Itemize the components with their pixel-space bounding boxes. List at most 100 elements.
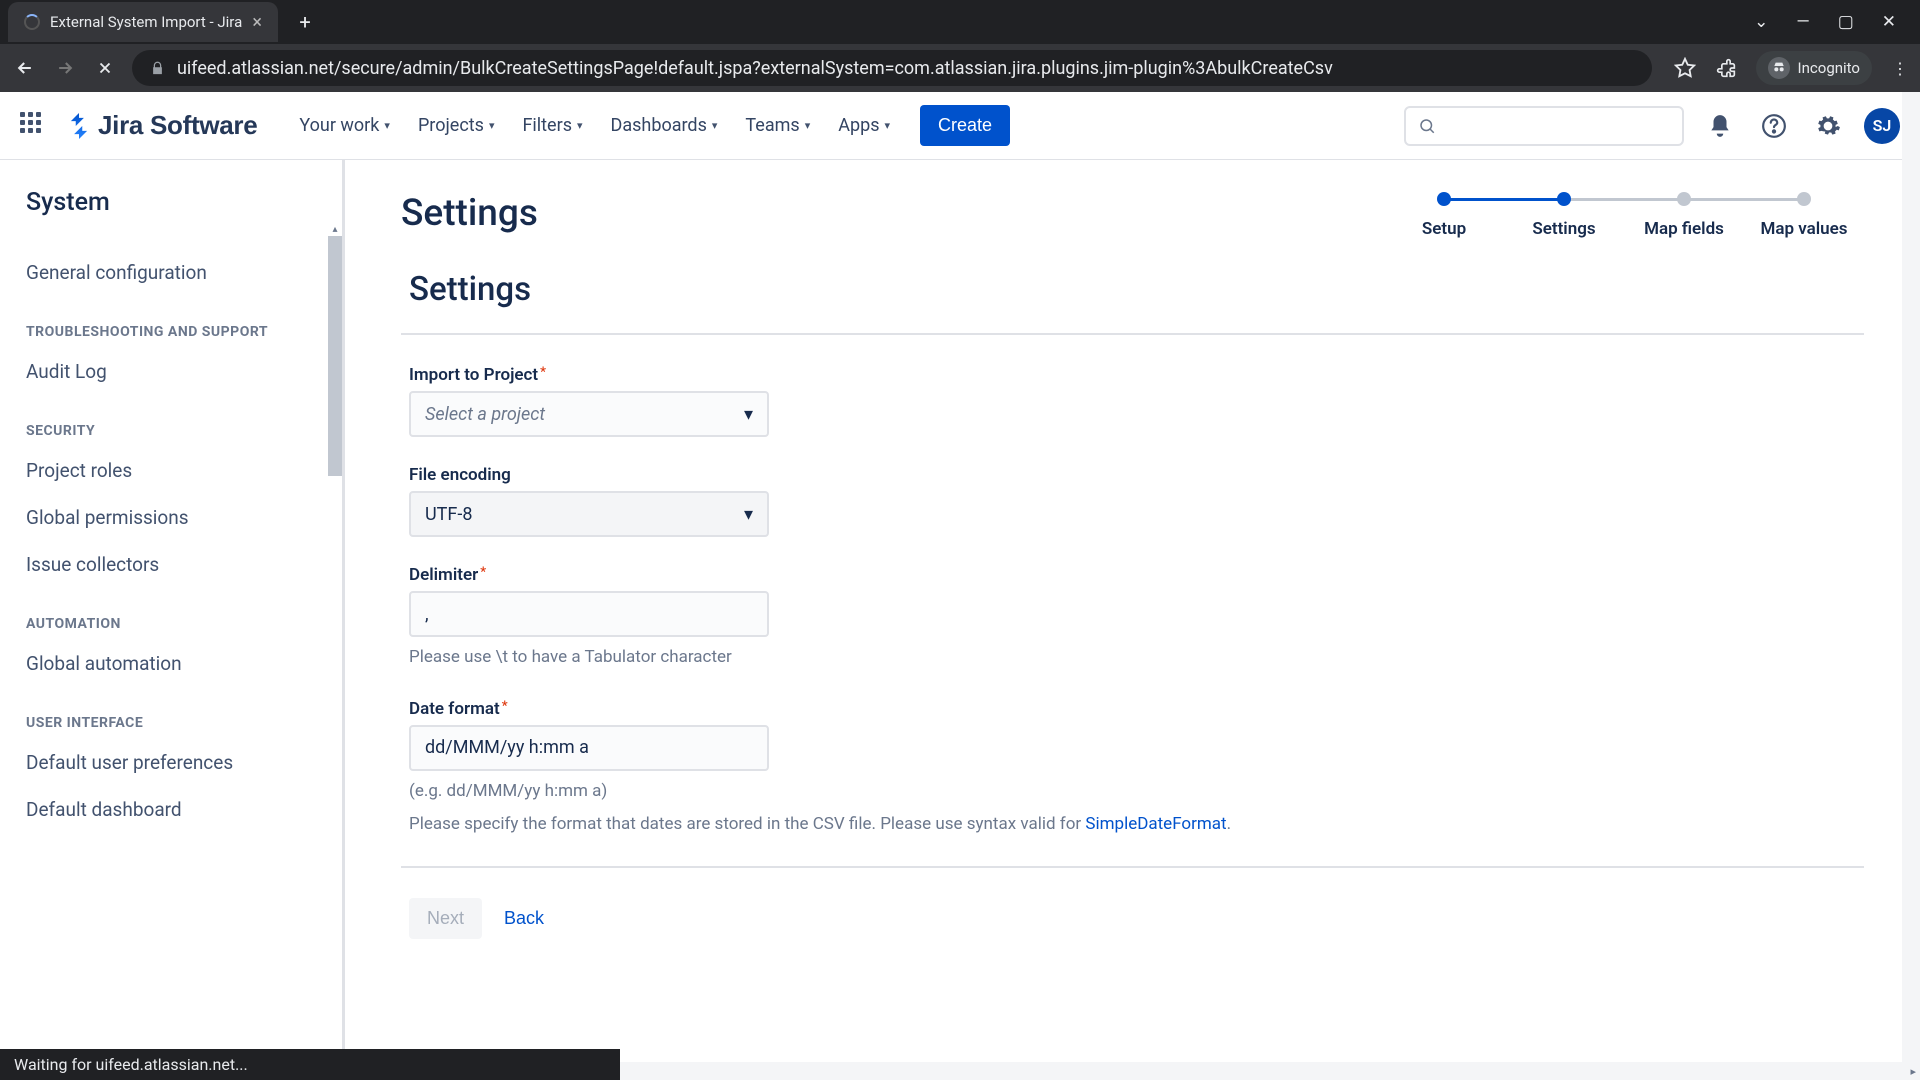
window-controls: ⌄ ― ▢ ✕ <box>1754 12 1920 32</box>
step-connector <box>1564 198 1684 201</box>
browser-tab[interactable]: External System Import - Jira × <box>8 2 278 42</box>
back-button[interactable]: Back <box>504 898 544 939</box>
search-input[interactable] <box>1404 106 1684 146</box>
sidebar-item-issue-collectors[interactable]: Issue collectors <box>26 541 342 588</box>
addr-actions: Incognito ⋮ <box>1674 51 1908 85</box>
main-content: Settings Setup Settings Map fields <box>345 160 1920 1080</box>
sidebar-heading-troubleshooting: TROUBLESHOOTING AND SUPPORT <box>26 296 342 348</box>
main-header: Settings Setup Settings Map fields <box>401 192 1864 240</box>
sidebar-heading-security: SECURITY <box>26 395 342 447</box>
required-icon: * <box>502 699 508 714</box>
input-delimiter[interactable]: , <box>409 591 769 637</box>
nav-projects[interactable]: Projects▾ <box>408 107 505 144</box>
nav-filters[interactable]: Filters▾ <box>512 107 592 144</box>
browser-chrome: External System Import - Jira × + ⌄ ― ▢ … <box>0 0 1920 92</box>
nav-teams[interactable]: Teams▾ <box>735 107 820 144</box>
sidebar-item-default-user-prefs[interactable]: Default user preferences <box>26 739 342 786</box>
create-button[interactable]: Create <box>920 105 1010 146</box>
step-connector <box>1444 198 1564 201</box>
required-icon: * <box>540 365 546 380</box>
notifications-icon[interactable] <box>1702 108 1738 144</box>
bookmark-icon[interactable] <box>1674 57 1696 79</box>
maximize-button[interactable]: ▢ <box>1838 12 1854 32</box>
minimize-button[interactable]: ― <box>1796 12 1809 32</box>
step-dot-icon <box>1677 192 1691 206</box>
step-dot-icon <box>1557 192 1571 206</box>
incognito-label: Incognito <box>1798 59 1860 77</box>
sidebar-item-default-dashboard[interactable]: Default dashboard <box>26 786 342 833</box>
tab-title: External System Import - Jira <box>50 13 242 31</box>
nav-your-work[interactable]: Your work▾ <box>289 107 400 144</box>
page-title: Settings <box>401 192 538 235</box>
avatar[interactable]: SJ <box>1864 108 1900 144</box>
new-tab-button[interactable]: + <box>290 7 320 37</box>
search-icon <box>1418 117 1436 135</box>
chevron-down-icon: ▾ <box>489 119 495 132</box>
chevron-down-icon: ▾ <box>744 404 753 425</box>
incognito-icon <box>1768 57 1790 79</box>
help-date-example: (e.g. dd/MMM/yy h:mm a) <box>409 779 1864 805</box>
label-file-encoding: File encoding <box>409 465 1864 485</box>
sidebar-item-general-config[interactable]: General configuration <box>26 249 342 296</box>
sidebar-heading-ui: USER INTERFACE <box>26 687 342 739</box>
step-dot-icon <box>1437 192 1451 206</box>
label-delimiter: Delimiter* <box>409 565 1864 585</box>
label-date-format: Date format* <box>409 699 1864 719</box>
forward-button[interactable] <box>52 55 78 81</box>
step-setup[interactable]: Setup <box>1384 192 1504 240</box>
status-bar: Waiting for uifeed.atlassian.net... <box>0 1049 620 1080</box>
label-import-project: Import to Project* <box>409 365 1864 385</box>
help-icon[interactable] <box>1756 108 1792 144</box>
back-button[interactable] <box>12 55 38 81</box>
sidebar-title: System <box>26 188 342 217</box>
kebab-menu-icon[interactable]: ⋮ <box>1892 59 1908 78</box>
sidebar-item-global-automation[interactable]: Global automation <box>26 640 342 687</box>
link-simpledateformat[interactable]: SimpleDateFormat <box>1085 814 1226 834</box>
divider <box>401 866 1864 868</box>
logo-text: Jira Software <box>98 110 257 141</box>
field-date-format: Date format* dd/MMM/yy h:mm a (e.g. dd/M… <box>409 699 1864 838</box>
tab-strip: External System Import - Jira × + ⌄ ― ▢ … <box>0 0 1920 44</box>
sidebar: System General configuration TROUBLESHOO… <box>0 160 345 1080</box>
chevron-down-icon: ▾ <box>384 119 390 132</box>
close-tab-icon[interactable]: × <box>252 12 262 33</box>
select-file-encoding[interactable]: UTF-8 ▾ <box>409 491 769 537</box>
nav-dashboards[interactable]: Dashboards▾ <box>601 107 728 144</box>
section-title: Settings <box>409 270 1864 309</box>
select-import-project[interactable]: Select a project ▾ <box>409 391 769 437</box>
sidebar-item-global-permissions[interactable]: Global permissions <box>26 494 342 541</box>
field-import-project: Import to Project* Select a project ▾ <box>409 365 1864 437</box>
chevron-down-icon: ▾ <box>712 119 718 132</box>
required-icon: * <box>480 565 486 580</box>
stop-reload-button[interactable] <box>92 55 118 81</box>
page-body: System General configuration TROUBLESHOO… <box>0 160 1920 1080</box>
lock-icon <box>150 61 165 76</box>
settings-icon[interactable] <box>1810 108 1846 144</box>
toolbar: uifeed.atlassian.net/secure/admin/BulkCr… <box>0 44 1920 92</box>
scrollbar-thumb[interactable] <box>328 236 342 476</box>
close-window-button[interactable]: ✕ <box>1882 12 1896 32</box>
sidebar-item-project-roles[interactable]: Project roles <box>26 447 342 494</box>
incognito-badge[interactable]: Incognito <box>1756 51 1872 85</box>
scroll-up-icon[interactable]: ▴ <box>328 222 342 236</box>
help-delimiter: Please use \t to have a Tabulator charac… <box>409 645 1864 671</box>
scroll-right-icon[interactable]: ▸ <box>1910 1065 1916 1078</box>
chevron-down-icon: ▾ <box>577 119 583 132</box>
nav-apps[interactable]: Apps▾ <box>828 107 900 144</box>
address-bar[interactable]: uifeed.atlassian.net/secure/admin/BulkCr… <box>132 50 1652 86</box>
sidebar-heading-automation: AUTOMATION <box>26 588 342 640</box>
extensions-icon[interactable] <box>1716 58 1736 78</box>
input-date-format[interactable]: dd/MMM/yy h:mm a <box>409 725 769 771</box>
app-scrollbar[interactable] <box>1902 92 1920 1062</box>
chevron-down-icon: ▾ <box>744 504 753 525</box>
tab-search-icon[interactable]: ⌄ <box>1754 12 1768 32</box>
app-switcher-icon[interactable] <box>20 112 48 140</box>
next-button[interactable]: Next <box>409 898 482 939</box>
sidebar-item-audit-log[interactable]: Audit Log <box>26 348 342 395</box>
app-header: Jira Software Your work▾ Projects▾ Filte… <box>0 92 1920 160</box>
step-connector <box>1684 198 1804 201</box>
field-file-encoding: File encoding UTF-8 ▾ <box>409 465 1864 537</box>
chevron-down-icon: ▾ <box>805 119 811 132</box>
sidebar-scrollbar[interactable]: ▴ <box>328 222 342 476</box>
jira-logo[interactable]: Jira Software <box>66 110 257 141</box>
